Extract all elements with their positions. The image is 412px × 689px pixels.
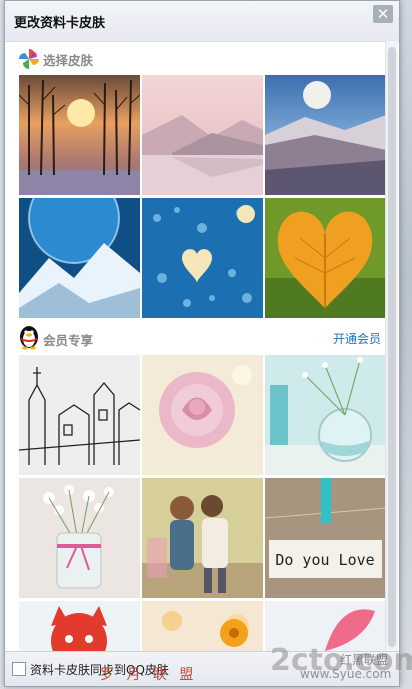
vertical-scrollbar[interactable] — [385, 41, 398, 651]
vip-thumb-flowers-in-jar[interactable] — [19, 478, 140, 598]
close-icon[interactable]: ✕ — [373, 5, 393, 23]
skin-thumb-pink-lake-mountains[interactable] — [142, 75, 263, 195]
vip-thumb-orange-flower-bokeh[interactable] — [142, 601, 263, 651]
sketch-house-image — [19, 355, 140, 475]
pink-rose-image — [142, 355, 263, 475]
titlebar: 更改资料卡皮肤 ✕ — [5, 1, 399, 42]
love-note-text: Do you Love — [275, 551, 374, 569]
blue-planet-image — [19, 198, 140, 318]
pinwheel-icon — [19, 49, 39, 69]
moon-mountain-image — [265, 75, 386, 195]
section-label-vip: 会员专享 — [43, 333, 94, 348]
section-label-skins: 选择皮肤 — [43, 53, 94, 68]
vip-thumb-do-you-love[interactable]: Do you Love — [265, 478, 386, 598]
raindrop-heart-image — [142, 198, 263, 318]
vip-thumb-red-toy[interactable] — [19, 601, 140, 651]
skin-list: 选择皮肤 会员专享 开通会员 Do you Love — [5, 41, 399, 651]
pink-lake-image — [142, 75, 263, 195]
skin-thumb-orange-heart-leaf[interactable] — [265, 198, 386, 318]
background-window-edge — [398, 0, 412, 689]
vip-thumb-pink-rose[interactable] — [142, 355, 263, 475]
vip-thumb-couple-kissing[interactable] — [142, 478, 263, 598]
scrollbar-thumb[interactable] — [388, 47, 396, 647]
section-header-vip: 会员专享 开通会员 — [5, 321, 385, 355]
orange-flower-image — [142, 601, 263, 651]
penguin-icon — [20, 326, 38, 350]
skin-thumb-blue-planet-mountains[interactable] — [19, 198, 140, 318]
skin-thumb-moon-over-mountain[interactable] — [265, 75, 386, 195]
skin-thumb-raindrop-heart-glass[interactable] — [142, 198, 263, 318]
vip-thumb-sketch-house[interactable] — [19, 355, 140, 475]
red-toy-image — [19, 601, 140, 651]
flowers-jar-image — [19, 478, 140, 598]
skin-thumb-sunset-trees[interactable] — [19, 75, 140, 195]
heart-leaf-image — [265, 198, 386, 318]
glass-bowl-image — [265, 355, 386, 475]
skin-dialog: 更改资料卡皮肤 ✕ 选择皮肤 会员专享 开通会员 Do you Love 资料卡… — [4, 0, 400, 687]
vip-thumb-glass-bowl-flowers[interactable] — [265, 355, 386, 475]
watermark-url: www.Syue.com — [300, 667, 392, 681]
do-you-love-image: Do you Love — [265, 478, 386, 598]
sunset-trees-image — [19, 75, 140, 195]
watermark-badge: 红黑联盟 — [340, 653, 389, 667]
watermark-text: 罗 月 联 盟 — [100, 667, 198, 683]
couple-image — [142, 478, 263, 598]
dialog-title: 更改资料卡皮肤 — [14, 16, 106, 31]
section-header-skins: 选择皮肤 — [5, 41, 385, 75]
sync-skin-checkbox[interactable] — [12, 662, 26, 676]
open-vip-link[interactable]: 开通会员 — [333, 330, 381, 347]
